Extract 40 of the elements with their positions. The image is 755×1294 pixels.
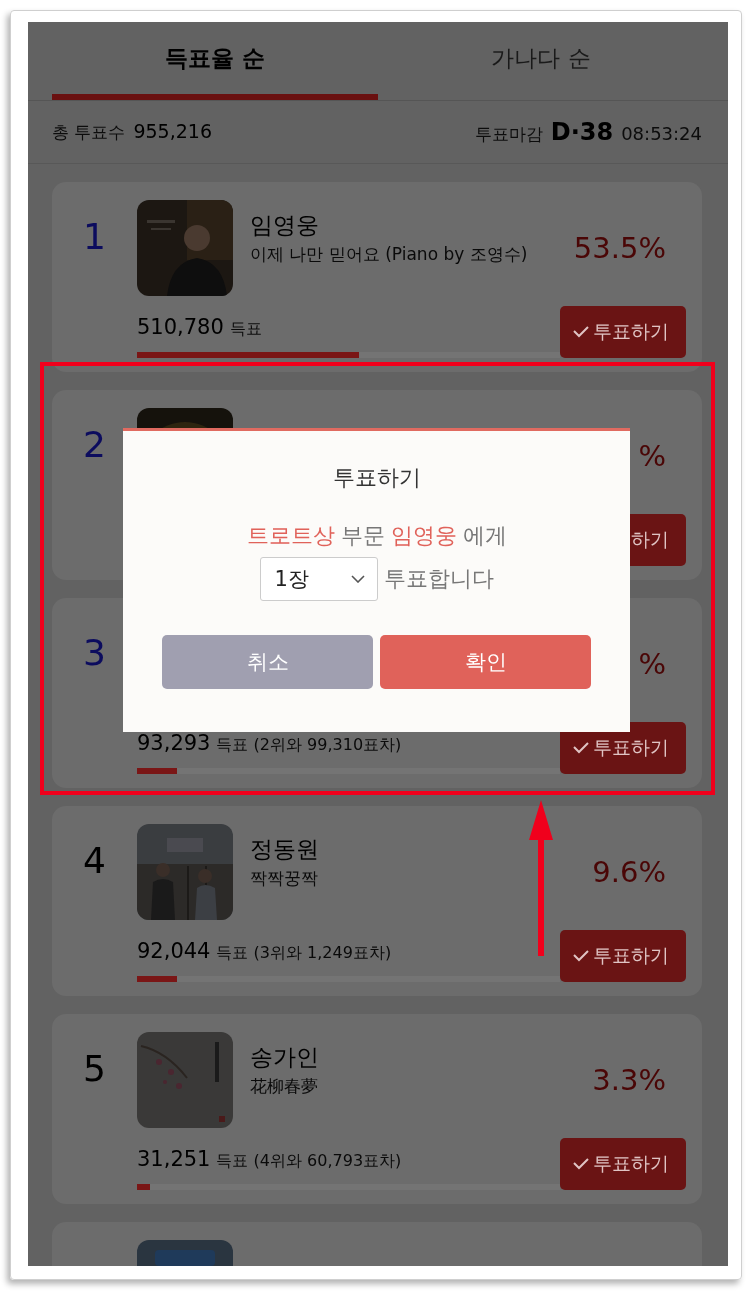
vote-percentage: 3.3% (591, 1063, 667, 1097)
song-title: 이제 나만 믿어요 (Piano by 조영수) (250, 243, 529, 266)
vote-note: 득표 (2위와 99,310표차) (216, 735, 402, 756)
vote-button[interactable]: 투표하기 (560, 1138, 686, 1190)
song-title: 花柳春夢 (250, 1075, 319, 1098)
message-text: 투표합니다 (383, 565, 494, 593)
total-votes-label: 총 투표수 (52, 121, 126, 144)
rank-number: 2 (82, 423, 107, 467)
rank-number: 3 (82, 631, 107, 675)
candidate-name: 임영웅 (250, 211, 320, 240)
vote-count: 31,251 (137, 1147, 211, 1171)
chevron-down-icon (350, 575, 365, 583)
candidate-name: 송가인 (250, 1043, 320, 1072)
candidate-name: 정동원 (250, 835, 320, 864)
rank-number: 1 (82, 215, 107, 259)
message-text: 부문 (340, 522, 385, 550)
ticket-count-select[interactable]: 1장 (259, 557, 378, 601)
total-votes-value: 955,216 (133, 120, 212, 142)
highlighted-word: 트로트상 (246, 522, 335, 550)
rank-number: 4 (82, 839, 107, 883)
vote-percentage: 9.6% (591, 855, 667, 889)
dialog-title: 투표하기 (332, 464, 421, 492)
vote-count: 93,293 (137, 731, 211, 755)
vote-note: 득표 (4위와 60,793표차) (216, 1151, 402, 1172)
deadline-label: 투표마감 (474, 123, 543, 146)
vote-note: 득표 (3위와 1,249표차) (216, 943, 392, 964)
highlighted-word: 임영웅 (390, 522, 457, 550)
vote-count: 92,044 (137, 939, 211, 963)
song-title: 짝짝꿍짝 (250, 867, 319, 890)
vote-button[interactable]: 투표하기 (560, 306, 686, 358)
rank-number: 5 (82, 1047, 107, 1091)
d-day-counter: D·38 (550, 118, 614, 146)
vote-percentage: % (637, 647, 667, 681)
vote-percentage: % (637, 439, 667, 473)
message-text: 에게 (462, 522, 507, 550)
vote-button[interactable]: 투표하기 (560, 930, 686, 982)
countdown-time: 08:53:24 (621, 123, 702, 144)
vote-count: 510,780 (137, 315, 224, 339)
vote-percentage: 53.5% (572, 231, 667, 265)
vote-note: 득표 (229, 319, 262, 340)
